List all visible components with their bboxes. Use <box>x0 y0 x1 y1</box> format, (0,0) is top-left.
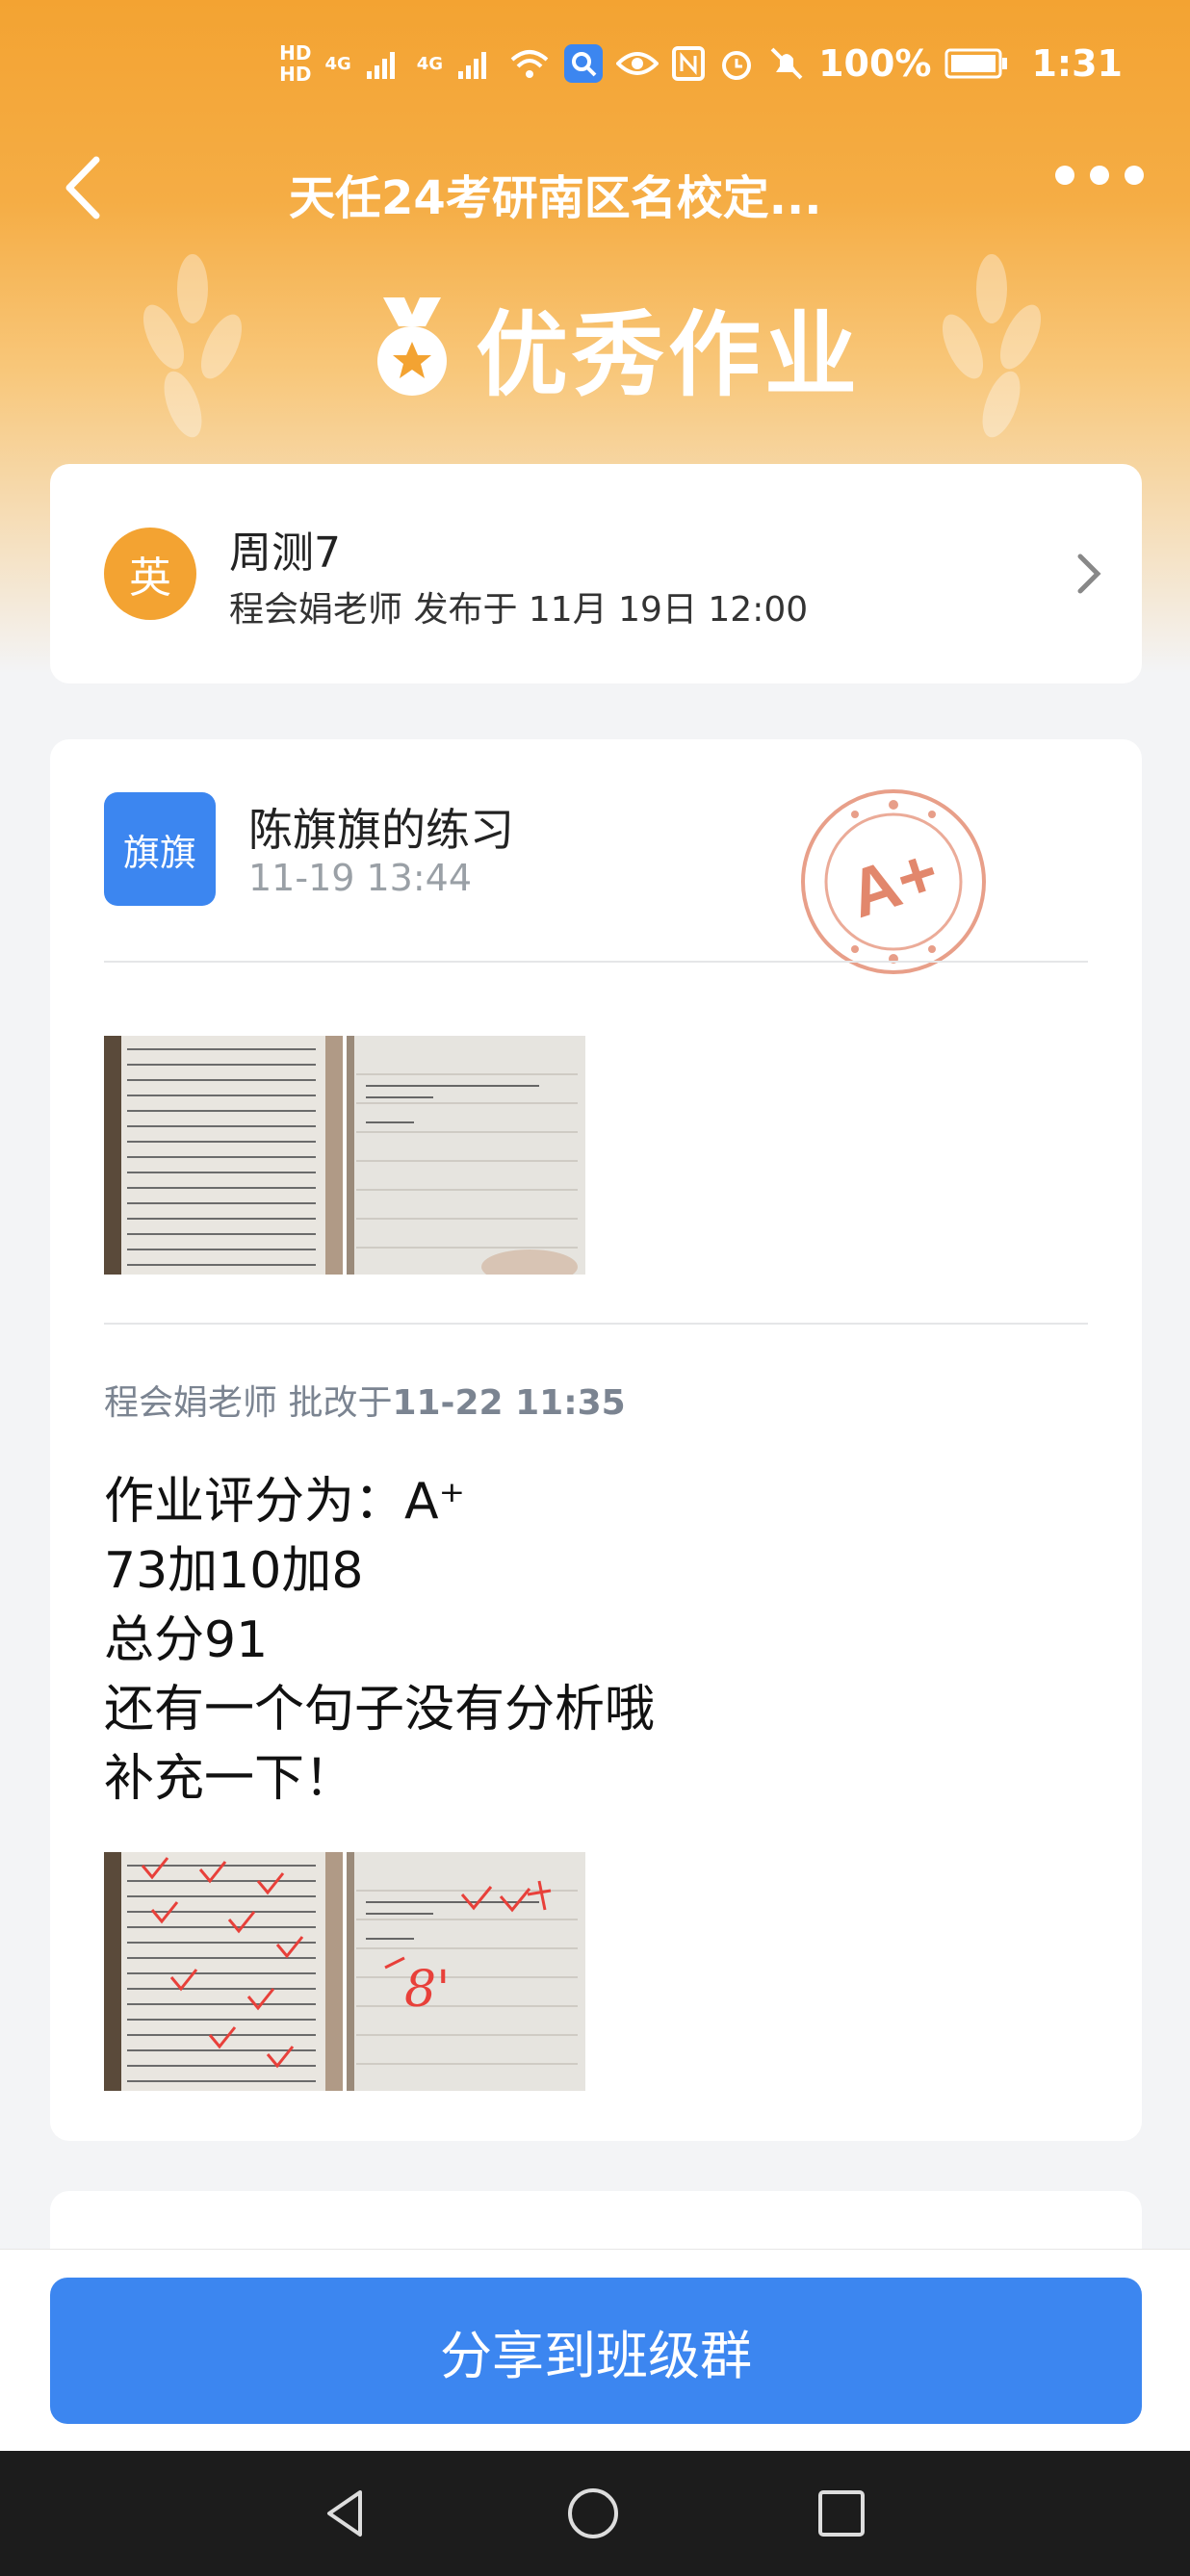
comment-line: 作业评分为：A⁺ <box>104 1473 466 1531</box>
signal-2-icon <box>458 52 487 79</box>
comment-line: 还有一个句子没有分析哦 <box>104 1681 656 1739</box>
subject-badge: 英 <box>104 528 196 620</box>
chevron-right-icon <box>1077 554 1101 594</box>
back-arrow-icon[interactable] <box>58 154 116 221</box>
laurel-left-icon <box>142 254 243 438</box>
divider <box>104 1323 1088 1325</box>
graded-photo-2[interactable]: 8' <box>347 1852 585 2091</box>
share-to-class-group-button[interactable]: 分享到班级群 <box>50 2278 1142 2424</box>
submission-card: 旗旗 陈旗旗的练习 11-19 13:44 A+ 程会娟老师 批改于11-22 … <box>50 739 1142 2141</box>
signal-1-icon <box>366 52 395 79</box>
nav-home-icon[interactable] <box>564 2485 622 2542</box>
comment-line: 73加10加8 <box>104 1542 364 1600</box>
comment-line: 总分91 <box>104 1611 269 1669</box>
assignment-publisher: 程会娟老师 发布于 11月 19日 12:00 <box>229 590 809 630</box>
nav-bar: 天任24考研南区名校定... <box>0 144 1190 231</box>
laurel-right-icon <box>942 254 1042 438</box>
homework-photo-2[interactable] <box>347 1036 585 1275</box>
network-1-icon: 4G <box>324 53 351 74</box>
grade-stamp: A+ <box>801 789 986 974</box>
homework-photo-1[interactable] <box>104 1036 343 1275</box>
page-title: 天任24考研南区名校定... <box>289 171 822 225</box>
sim-indicator: HD HD <box>279 41 312 86</box>
banner-title: 优秀作业 <box>476 300 861 409</box>
review-info: 程会娟老师 批改于11-22 11:35 <box>104 1383 626 1423</box>
battery-icon <box>944 48 1008 79</box>
nav-back-icon[interactable] <box>318 2485 375 2542</box>
search-app-icon <box>564 44 604 83</box>
submission-time: 11-19 13:44 <box>248 857 473 899</box>
graded-photo-1[interactable] <box>104 1852 343 2091</box>
grade-stamp-text: A+ <box>841 834 947 932</box>
alarm-icon <box>722 51 752 80</box>
more-options-icon[interactable] <box>1055 166 1144 185</box>
nav-recents-icon[interactable] <box>813 2485 870 2542</box>
status-bar: HD HD 4G 4G 100% 1:31 <box>0 31 1190 98</box>
nfc-icon <box>672 46 706 81</box>
marked-score: 8' <box>404 1961 450 2019</box>
teacher-comment: 作业评分为：A⁺ 73加10加8 总分91 还有一个句子没有分析哦 补充一下！ <box>104 1467 655 1814</box>
wifi-icon <box>510 50 549 78</box>
network-2-icon: 4G <box>416 53 444 74</box>
excellent-homework-banner: 优秀作业 <box>366 294 861 409</box>
student-avatar: 旗旗 <box>104 792 216 906</box>
medal-icon <box>377 297 447 396</box>
battery-percent: 100% <box>818 42 932 85</box>
mute-bell-icon <box>770 47 803 80</box>
system-navigation-bar <box>0 2451 1190 2576</box>
student-exercise-title: 陈旗旗的练习 <box>248 804 514 856</box>
clock: 1:31 <box>1031 42 1123 85</box>
eye-icon <box>616 52 660 75</box>
divider <box>104 961 1088 963</box>
comment-line: 补充一下！ <box>104 1750 355 1808</box>
assignment-title: 周测7 <box>229 528 341 578</box>
assignment-card[interactable]: 英 周测7 程会娟老师 发布于 11月 19日 12:00 <box>50 464 1142 683</box>
